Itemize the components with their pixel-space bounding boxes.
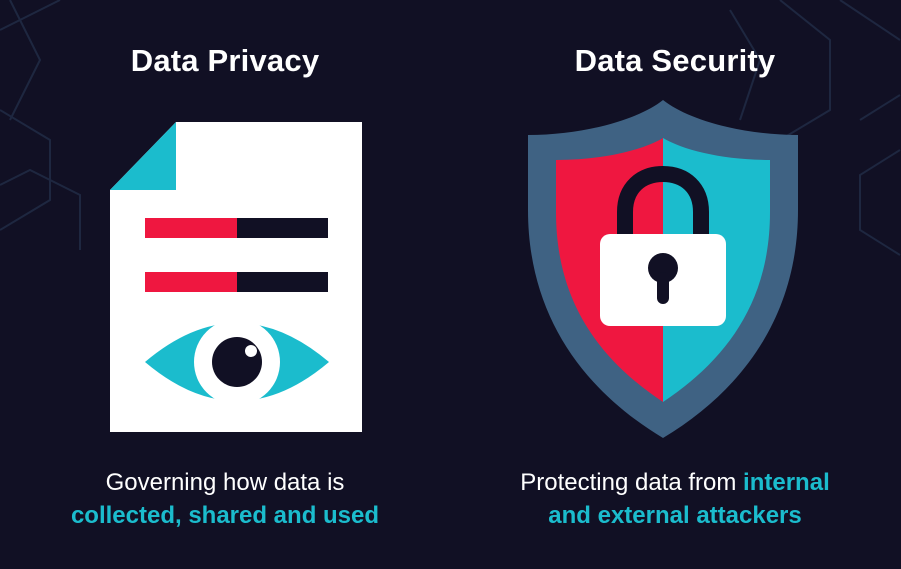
security-title: Data Security	[574, 43, 776, 78]
privacy-caption-line1: Governing how data is	[105, 469, 345, 496]
lock-keyhole-slot	[657, 272, 669, 304]
security-caption-part1: Protecting data from	[520, 469, 744, 496]
security-caption-line1: Protecting data from internal	[450, 466, 900, 499]
privacy-column: Data Privacy Governing how data is colle…	[0, 0, 450, 569]
text-line-2-navy	[237, 272, 328, 292]
eye-glint	[245, 345, 257, 357]
shield-lock-icon	[528, 100, 798, 438]
security-caption-highlight1: internal	[743, 469, 830, 496]
security-caption: Protecting data from internal and extern…	[450, 466, 900, 532]
text-line-2-red	[145, 272, 237, 292]
text-line-1-red	[145, 218, 237, 238]
text-line-1-navy	[237, 218, 328, 238]
privacy-caption-line2: collected, shared and used	[70, 502, 380, 529]
privacy-caption: Governing how data is collected, shared …	[0, 466, 450, 532]
security-column: Data Security Protecting data from inter…	[450, 0, 900, 569]
privacy-title: Data Privacy	[130, 43, 320, 78]
document-fold	[110, 122, 176, 190]
eye-pupil	[212, 337, 262, 387]
document-eye-icon	[110, 122, 362, 432]
security-caption-line2: and external attackers	[548, 502, 802, 529]
